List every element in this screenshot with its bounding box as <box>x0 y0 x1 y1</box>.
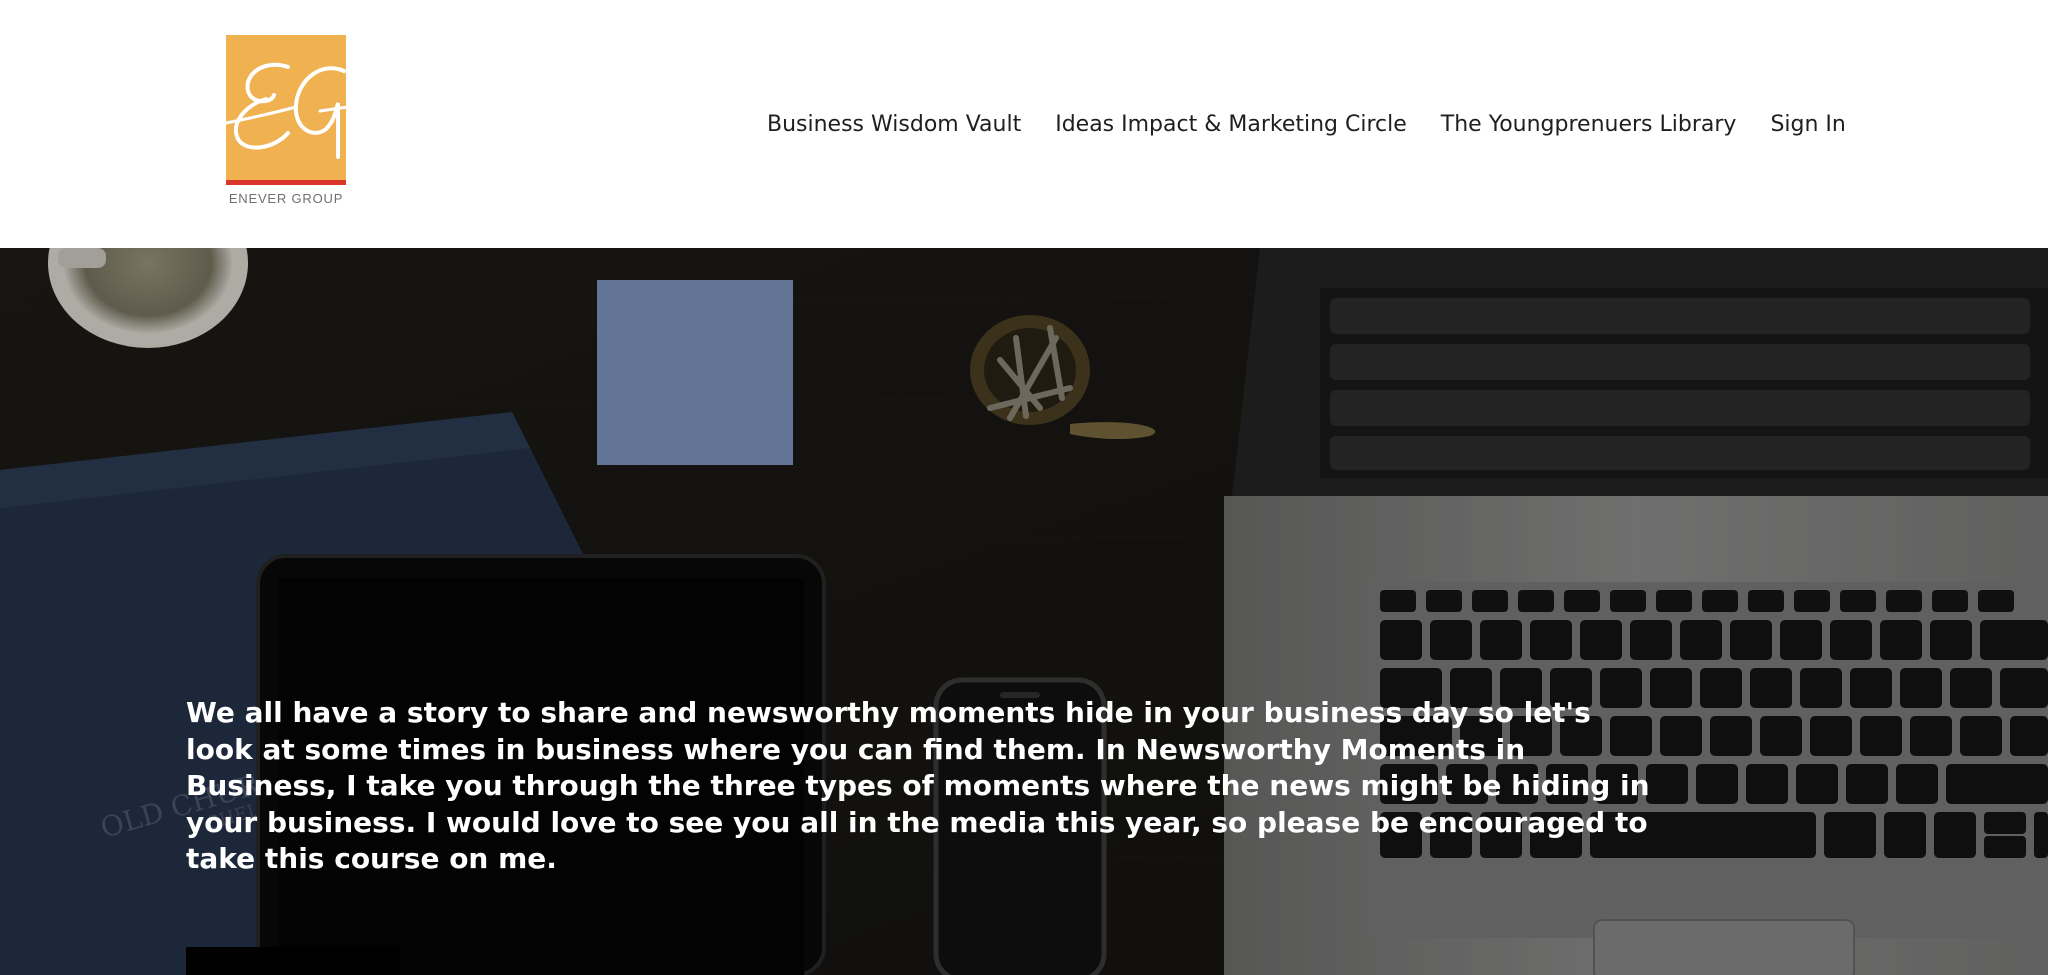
nav-youngprenuers-library[interactable]: The Youngprenuers Library <box>1441 112 1737 137</box>
nav-sign-in[interactable]: Sign In <box>1770 112 1845 137</box>
nav-ideas-impact-marketing-circle[interactable]: Ideas Impact & Marketing Circle <box>1055 112 1407 137</box>
logo-wordmark: ENEVER GROUP <box>228 191 344 206</box>
hero-section: OLD CHURC CHEL We all have a story to sh… <box>0 248 2048 975</box>
logo-square <box>226 35 346 184</box>
nav-business-wisdom-vault[interactable]: Business Wisdom Vault <box>767 112 1021 137</box>
enroll-button[interactable]: Enroll for free <box>186 947 400 975</box>
eg-monogram-icon <box>226 62 346 159</box>
logo-link[interactable]: ENEVER GROUP <box>226 35 346 207</box>
hero-description: We all have a story to share and newswor… <box>186 696 1650 876</box>
logo-stripe <box>226 180 346 185</box>
main-nav: Business Wisdom Vault Ideas Impact & Mar… <box>750 104 1863 144</box>
site-header: ENEVER GROUP Business Wisdom Vault Ideas… <box>0 0 2048 248</box>
